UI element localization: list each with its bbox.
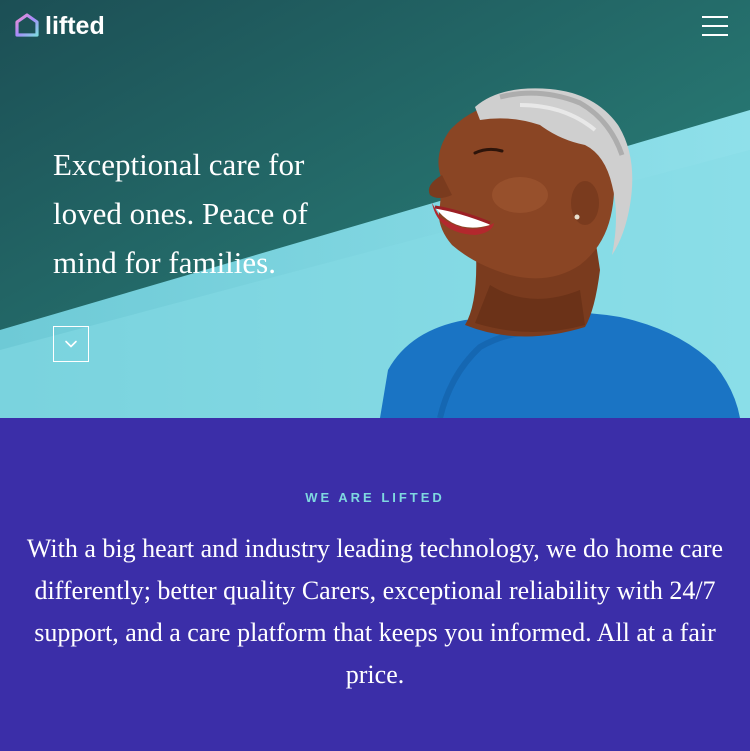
section-eyebrow: WE ARE LIFTED xyxy=(305,490,445,505)
house-outline-icon xyxy=(15,13,39,37)
logo-text: lifted xyxy=(45,12,105,40)
scroll-down-button[interactable] xyxy=(53,326,89,362)
hero-portrait-image xyxy=(380,88,740,418)
chevron-down-icon xyxy=(65,340,77,348)
hero-headline: Exceptional care for loved ones. Peace o… xyxy=(53,147,308,280)
hero-section: lifted Exceptional care for loved ones. … xyxy=(0,0,750,418)
about-section: WE ARE LIFTED With a big heart and indus… xyxy=(0,418,750,751)
top-nav-bar: lifted xyxy=(0,0,750,52)
logo[interactable]: lifted xyxy=(14,12,105,40)
hamburger-menu-icon[interactable] xyxy=(702,15,728,37)
about-body-text: With a big heart and industry leading te… xyxy=(26,534,724,689)
